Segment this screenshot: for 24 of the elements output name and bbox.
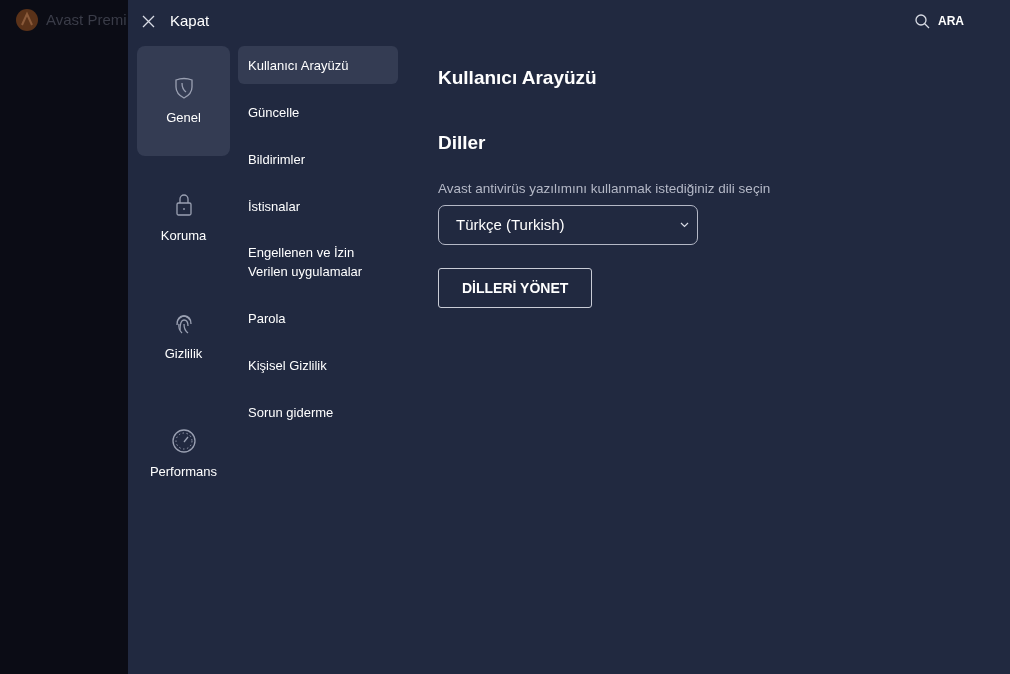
subnav-item[interactable]: İstisnalar: [238, 187, 398, 225]
page-title: Kullanıcı Arayüzü: [438, 66, 597, 90]
language-dropdown[interactable]: Türkçe (Turkish): [438, 205, 698, 246]
category-tab[interactable]: Gizlilik: [137, 282, 230, 392]
close-icon: [142, 14, 155, 28]
gauge-icon: [171, 428, 196, 455]
subnav-item[interactable]: Kullanıcı Arayüzü: [238, 46, 398, 84]
app-logo-icon: [16, 9, 38, 32]
description-text: Avast antivirüs yazılımını kullanmak istediğiniz dili seçin: [438, 180, 771, 198]
subnav-item[interactable]: Kişisel Gizlilik: [238, 346, 398, 384]
close-button[interactable]: Kapat: [142, 9, 210, 33]
subnav-item[interactable]: Sorun giderme: [238, 393, 398, 431]
subnav-item[interactable]: Güncelle: [238, 93, 398, 131]
category-tab[interactable]: Performans: [137, 400, 230, 510]
manage-languages-button[interactable]: DİLLERİ YÖNET: [438, 268, 593, 309]
subnav-item[interactable]: Engellenen ve İzin Verilen uygulamalar: [238, 234, 398, 290]
search-icon: [915, 13, 930, 29]
category-tab[interactable]: Genel: [137, 46, 230, 156]
category-tab[interactable]: Koruma: [137, 164, 230, 274]
subnav-item[interactable]: Parola: [238, 299, 398, 337]
subnav-item[interactable]: Bildirimler: [238, 140, 398, 178]
chevron-down-icon: [680, 222, 689, 229]
search-button[interactable]: ARA: [915, 12, 964, 30]
section-title: Diller: [438, 130, 486, 155]
